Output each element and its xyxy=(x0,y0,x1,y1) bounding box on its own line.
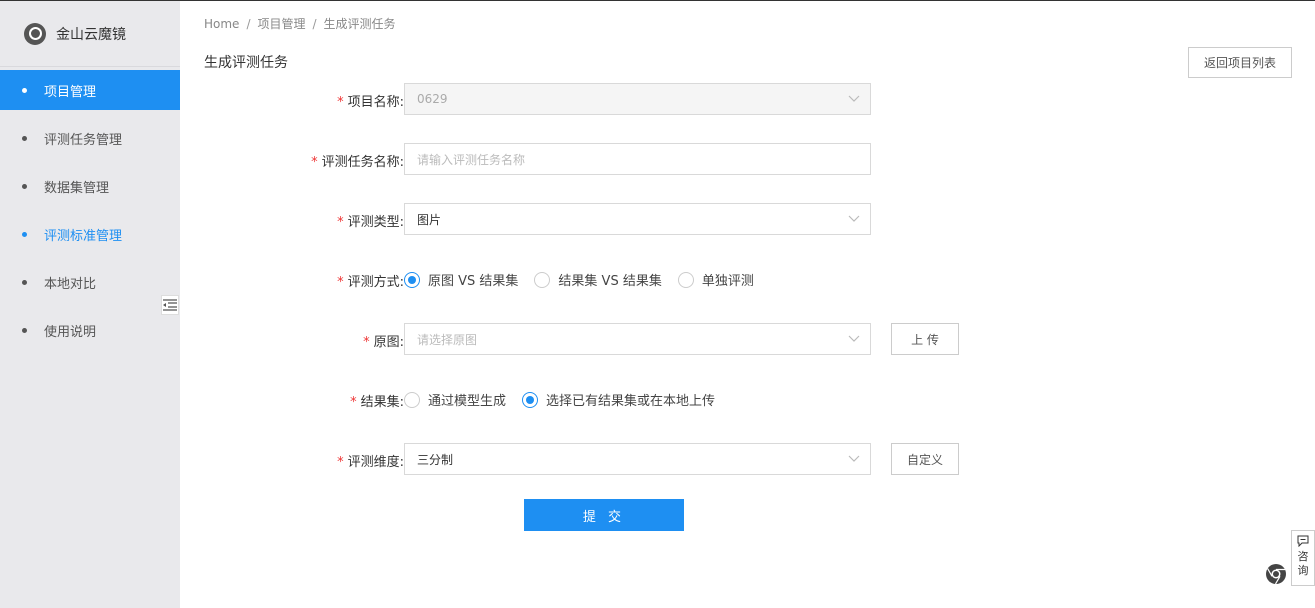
required-mark: * xyxy=(350,395,357,410)
radio-original-vs-result[interactable]: 原图 VS 结果集 xyxy=(404,270,518,289)
sidebar-item-task-management[interactable]: 评测任务管理 xyxy=(0,118,180,158)
bullet-icon xyxy=(22,87,27,93)
bullet-icon xyxy=(22,327,27,333)
radio-generate-by-model[interactable]: 通过模型生成 xyxy=(404,390,506,409)
sidebar-item-standard-management[interactable]: 评测标准管理 xyxy=(0,214,180,254)
breadcrumb-separator: / xyxy=(246,17,251,31)
main-content: Home / 项目管理 / 生成评测任务 生成评测任务 返回项目列表 * 项目名称: 06… xyxy=(180,1,1315,608)
breadcrumb-current: 生成评测任务 xyxy=(323,17,396,31)
eval-type-label: * 评测类型: xyxy=(337,215,404,230)
required-mark: * xyxy=(337,275,344,290)
eval-type-row: * 评测类型: 图片 xyxy=(180,203,1280,235)
sidebar-nav: 项目管理 评测任务管理 数据集管理 评测标准管理 本地对比 使用说明 xyxy=(0,70,180,350)
radio-single-eval[interactable]: 单独评测 xyxy=(677,270,754,289)
chevron-down-icon xyxy=(848,95,860,102)
logo-icon xyxy=(24,22,46,45)
original-image-select[interactable]: 请选择原图 xyxy=(404,323,871,355)
result-set-radio-group: 通过模型生成 选择已有结果集或在本地上传 xyxy=(404,390,731,409)
chevron-down-icon xyxy=(848,335,860,342)
task-name-placeholder: 请输入评测任务名称 xyxy=(417,152,526,167)
custom-dimension-button[interactable]: 自定义 xyxy=(891,443,959,475)
required-mark: * xyxy=(337,455,344,470)
project-name-label: * 项目名称: xyxy=(337,95,404,110)
upload-button[interactable]: 上 传 xyxy=(891,323,959,355)
radio-unchecked-icon xyxy=(404,391,420,408)
required-mark: * xyxy=(337,95,344,110)
original-image-label: * 原图: xyxy=(363,335,404,350)
radio-result-vs-result[interactable]: 结果集 VS 结果集 xyxy=(534,270,662,289)
project-name-value: 0629 xyxy=(417,92,448,106)
radio-unchecked-icon xyxy=(534,271,551,288)
eval-method-radio-group: 原图 VS 结果集 结果集 VS 结果集 单独评测 xyxy=(404,270,770,289)
bullet-icon xyxy=(22,135,27,141)
sidebar-item-project-management[interactable]: 项目管理 xyxy=(0,70,180,110)
sidebar-item-dataset-management[interactable]: 数据集管理 xyxy=(0,166,180,206)
back-to-project-list-button[interactable]: 返回项目列表 xyxy=(1188,47,1292,78)
bullet-icon xyxy=(22,279,27,285)
radio-checked-icon xyxy=(522,391,539,408)
required-mark: * xyxy=(363,335,370,350)
sidebar-item-label: 使用说明 xyxy=(44,324,97,340)
dimension-row: * 评测维度: 三分制 自定义 xyxy=(180,443,1280,475)
sidebar-item-label: 评测标准管理 xyxy=(44,228,123,244)
radio-unchecked-icon xyxy=(677,271,694,288)
result-set-row: * 结果集: 通过模型生成 选择已有结果集或在本地上传 xyxy=(180,383,1280,415)
breadcrumb-home[interactable]: Home xyxy=(204,17,239,31)
sidebar: 金山云魔镜 项目管理 评测任务管理 数据集管理 评测标准管理 本地对比 使用说明 xyxy=(0,1,180,608)
radio-select-existing-or-upload[interactable]: 选择已有结果集或在本地上传 xyxy=(522,390,715,409)
browser-icon[interactable] xyxy=(1265,563,1287,585)
chevron-down-icon xyxy=(848,215,860,222)
dimension-value: 三分制 xyxy=(417,452,454,467)
dimension-label: * 评测维度: xyxy=(337,455,404,470)
breadcrumb-project-management[interactable]: 项目管理 xyxy=(257,17,305,31)
sidebar-item-label: 项目管理 xyxy=(44,84,97,100)
submit-button[interactable]: 提 交 xyxy=(524,499,684,531)
original-image-placeholder: 请选择原图 xyxy=(417,332,478,347)
logo[interactable]: 金山云魔镜 xyxy=(0,1,180,67)
original-image-row: * 原图: 请选择原图 上 传 xyxy=(180,323,1280,355)
result-set-label: * 结果集: xyxy=(350,395,404,410)
consult-label-2: 询 xyxy=(1297,564,1309,577)
eval-type-select[interactable]: 图片 xyxy=(404,203,871,235)
collapse-sidebar-button[interactable] xyxy=(161,295,179,315)
task-name-input[interactable]: 请输入评测任务名称 xyxy=(404,143,871,175)
page-title: 生成评测任务 xyxy=(204,55,288,71)
collapse-icon xyxy=(163,299,177,311)
dimension-select[interactable]: 三分制 xyxy=(404,443,871,475)
task-name-row: * 评测任务名称: 请输入评测任务名称 xyxy=(180,143,1280,175)
sidebar-item-instructions[interactable]: 使用说明 xyxy=(0,310,180,350)
bullet-icon xyxy=(22,183,27,189)
eval-type-value: 图片 xyxy=(417,212,442,227)
required-mark: * xyxy=(311,155,318,170)
radio-checked-icon xyxy=(404,271,420,288)
eval-method-row: * 评测方式: 原图 VS 结果集 结果集 VS 结果集 单独评测 xyxy=(180,263,1280,295)
project-name-select[interactable]: 0629 xyxy=(404,83,871,115)
chevron-down-icon xyxy=(848,455,860,462)
breadcrumb-separator: / xyxy=(312,17,317,31)
sidebar-item-label: 本地对比 xyxy=(44,276,97,292)
consult-widget[interactable]: 咨 询 xyxy=(1291,530,1315,586)
task-name-label: * 评测任务名称: xyxy=(311,155,404,170)
consult-label-1: 咨 xyxy=(1297,550,1309,563)
chat-icon xyxy=(1297,535,1309,547)
eval-method-label: * 评测方式: xyxy=(337,275,404,290)
breadcrumb: Home / 项目管理 / 生成评测任务 xyxy=(204,15,396,32)
sidebar-item-label: 评测任务管理 xyxy=(44,132,123,148)
required-mark: * xyxy=(337,215,344,230)
project-name-row: * 项目名称: 0629 xyxy=(180,83,1280,115)
sidebar-item-local-compare[interactable]: 本地对比 xyxy=(0,262,180,302)
app-name: 金山云魔镜 xyxy=(56,26,126,43)
sidebar-item-label: 数据集管理 xyxy=(44,180,110,196)
bullet-icon xyxy=(22,231,27,237)
